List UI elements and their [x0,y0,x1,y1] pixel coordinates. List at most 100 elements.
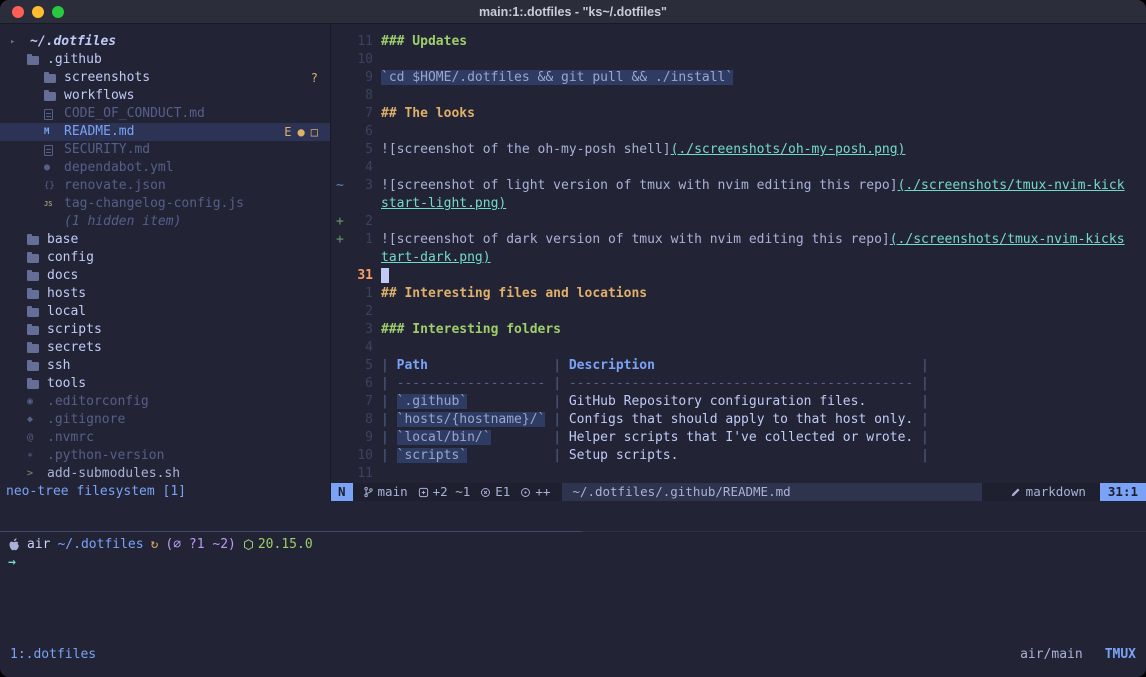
line-number: 11 [347,33,373,51]
text-segment: ![screenshot of the oh-my-posh shell] [381,142,671,157]
tree-item-label: screenshots [64,69,150,87]
gear-icon: ◉ [27,393,44,411]
tree-item-local[interactable]: local [0,303,330,321]
text-segment: ### Interesting folders [381,322,561,337]
buffer-line[interactable]: 11 [331,465,1146,483]
line-text: ![screenshot of the oh-my-posh shell](./… [381,141,905,159]
line-text: `cd $HOME/.dotfiles && git pull && ./ins… [381,69,733,87]
buffer-line[interactable]: 31 [331,267,1146,285]
buffer-line[interactable]: 9 `cd $HOME/.dotfiles && git pull && ./in… [331,69,1146,87]
buffer-line[interactable]: +2 [331,213,1146,231]
tree-item-workflows[interactable]: workflows [0,87,330,105]
tree-item-dotfiles[interactable]: ▸~/.dotfiles [0,33,330,51]
buffer-line[interactable]: 11 ### Updates [331,33,1146,51]
plugin-updates: ++ [520,483,550,501]
buffer-line[interactable]: 1## Interesting files and locations [331,285,1146,303]
neo-tree-status: neo-tree filesystem [1] [0,483,330,501]
line-number [347,195,373,213]
tree-item-label: .nvmrc [47,429,94,447]
line-text: ![screenshot of dark version of tmux wit… [381,231,1125,249]
tree-item-editorconfig[interactable]: ◉.editorconfig [0,393,330,411]
git-branch: main [363,483,408,501]
prompt-arrow[interactable]: → [8,554,16,572]
buffer-line[interactable]: 7| `.github` | GitHub Repository configu… [331,393,1146,411]
minimize-button[interactable] [32,6,44,18]
buffer-line[interactable]: 5![screenshot of the oh-my-posh shell](.… [331,141,1146,159]
buffer-line[interactable]: tart-dark.png) [331,249,1146,267]
tree-item-label: renovate.json [64,177,166,195]
buffer-line[interactable]: +1![screenshot of dark version of tmux w… [331,231,1146,249]
text-segment: Path [397,358,428,373]
node-hexagon-icon [243,539,254,551]
line-text [381,267,389,285]
buffer-line[interactable]: 6 [331,123,1146,141]
buffer-line[interactable]: 10| `scripts` | Setup scripts. | [331,447,1146,465]
tree-item-config[interactable]: config [0,249,330,267]
tree-item-github[interactable]: .github [0,51,330,69]
buffer-line[interactable]: 5| Path | Description | [331,357,1146,375]
editor-pane[interactable]: 11 ### Updates 10 9 `cd $HOME/.dotfiles &&… [331,24,1146,501]
line-text: | `local/bin/` | Helper scripts that I'v… [381,429,929,447]
tree-item-readme-md[interactable]: MREADME.mdE●□ [0,123,330,141]
tree-item-security-md[interactable]: SECURITY.md [0,141,330,159]
git-diff-icon [418,487,429,498]
buffer-line[interactable]: 4 [331,159,1146,177]
git-sign [331,33,347,51]
buffer-line[interactable]: 8 [331,87,1146,105]
tree-item-python-version[interactable]: ∗.python-version [0,447,330,465]
text-segment: | [381,376,397,391]
line-number: 2 [347,213,373,231]
buffer-line[interactable]: 9| `local/bin/` | Helper scripts that I'… [331,429,1146,447]
tree-item-gitignore[interactable]: ◆.gitignore [0,411,330,429]
tree-item-code-of-conduct-md[interactable]: CODE_OF_CONDUCT.md [0,105,330,123]
git-sign [331,339,347,357]
shell-pane[interactable]: air ~/.dotfiles ↻ (∅ ?1 ~2) 20.15.0 → [0,532,1146,572]
buffer-line[interactable]: start-light.png) [331,195,1146,213]
tree-item-dependabot-yml[interactable]: ●dependabot.yml [0,159,330,177]
text-segment: ## Interesting files and locations [381,286,647,301]
document-icon [44,145,61,156]
line-text: ![screenshot of light version of tmux wi… [381,177,1125,195]
tree-item-label: dependabot.yml [64,159,174,177]
buffer-line[interactable]: 2 [331,303,1146,321]
line-text: ### Updates [381,33,467,51]
tree-item-screenshots[interactable]: screenshots? [0,69,330,87]
tree-item-base[interactable]: base [0,231,330,249]
tree-item-nvmrc[interactable]: @.nvmrc [0,429,330,447]
buffer-line[interactable]: 8| `hosts/{hostname}/` | Configs that sh… [331,411,1146,429]
tree-item-docs[interactable]: docs [0,267,330,285]
text-segment: `hosts/{hostname}/` [397,412,546,427]
buffer-line[interactable]: 7 ## The looks [331,105,1146,123]
tree-item-scripts[interactable]: scripts [0,321,330,339]
buffer-line[interactable]: 3### Interesting folders [331,321,1146,339]
tree-item-label: docs [47,267,78,285]
close-button[interactable] [12,6,24,18]
editor-buffer[interactable]: 11 ### Updates 10 9 `cd $HOME/.dotfiles &&… [331,24,1146,483]
tree-item-tag-changelog-config-js[interactable]: JStag-changelog-config.js [0,195,330,213]
folder-icon [27,290,44,299]
buffer-line[interactable]: ~3![screenshot of light version of tmux … [331,177,1146,195]
line-text: | `scripts` | Setup scripts. | [381,447,929,465]
tree-item-ssh[interactable]: ssh [0,357,330,375]
tree-item-tools[interactable]: tools [0,375,330,393]
line-text: ## The looks [381,105,475,123]
tree-item-secrets[interactable]: secrets [0,339,330,357]
tree-item-renovate-json[interactable]: {}renovate.json [0,177,330,195]
at-icon: @ [27,429,44,447]
tree-item-hosts[interactable]: hosts [0,285,330,303]
buffer-line[interactable]: 10 [331,51,1146,69]
line-number: 7 [347,105,373,123]
zoom-button[interactable] [52,6,64,18]
line-number: 5 [347,357,373,375]
git-sign [331,105,347,123]
tree-item-add-submodules-sh[interactable]: >add-submodules.sh [0,465,330,483]
tree-item-1-hidden-item[interactable]: (1 hidden item) [0,213,330,231]
tree-item-label: ~/.dotfiles [30,33,116,51]
buffer-line[interactable]: 6| ------------------- | ---------------… [331,375,1146,393]
line-number: 9 [347,69,373,87]
file-tree-items: ▸~/.dotfiles.githubscreenshots?workflows… [0,24,330,483]
tmux-window-tab[interactable]: 1:.dotfiles [10,646,96,664]
folder-icon [44,92,61,101]
git-sign [331,411,347,429]
buffer-line[interactable]: 4 [331,339,1146,357]
